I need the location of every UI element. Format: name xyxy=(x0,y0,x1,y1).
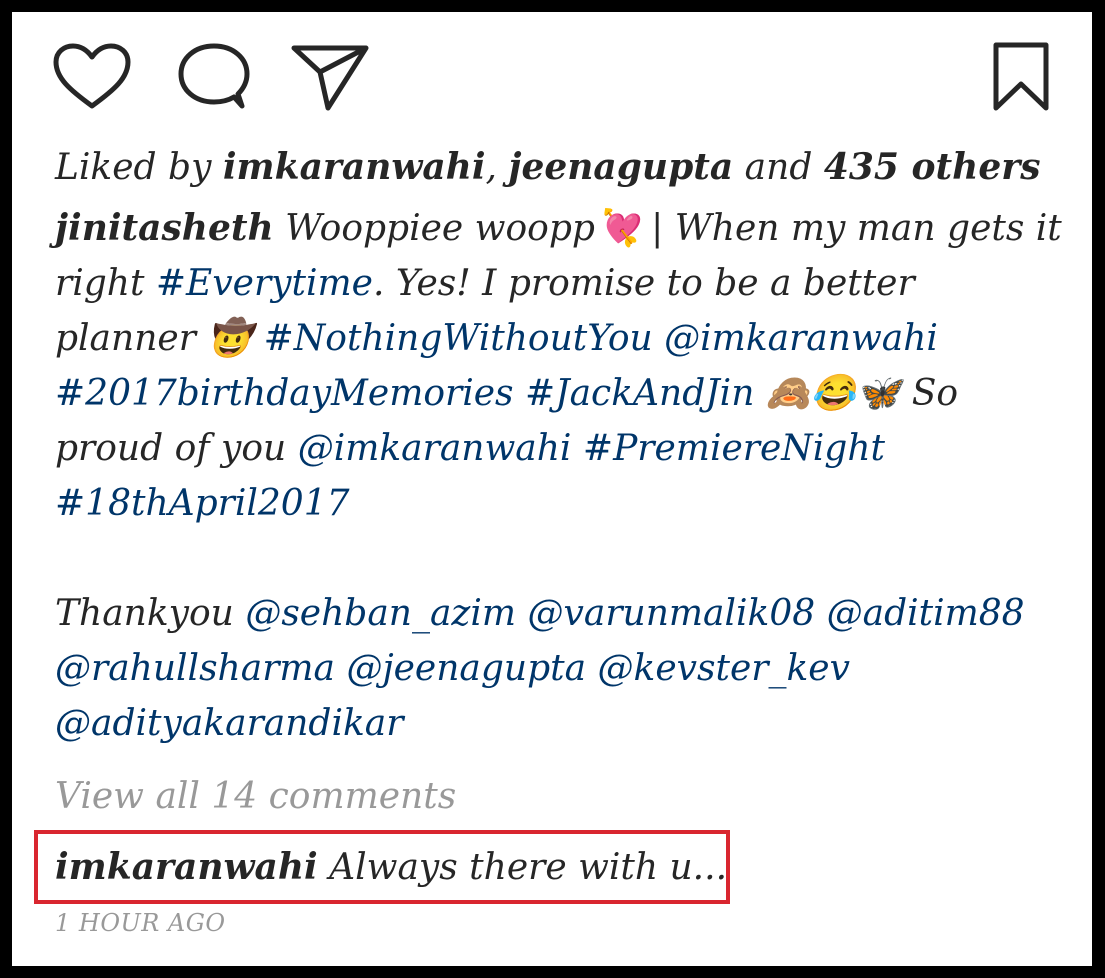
comment-username[interactable]: imkaranwahi xyxy=(55,846,318,888)
mention[interactable]: @aditim88 xyxy=(827,593,1025,634)
likes-prefix: Liked by xyxy=(55,147,223,188)
caption-username[interactable]: jinitasheth xyxy=(55,207,274,249)
hashtag[interactable]: #PremiereNight xyxy=(583,428,885,469)
mention[interactable]: @imkaranwahi xyxy=(664,318,938,359)
comment-text: Always there with u... xyxy=(317,847,728,888)
comment-bubble-icon[interactable] xyxy=(172,42,252,112)
mention[interactable]: @kevster_kev xyxy=(598,648,850,689)
mention[interactable]: @jeenagupta xyxy=(346,648,586,689)
hashtag[interactable]: #JackAndJin xyxy=(525,373,754,414)
hashtag[interactable]: #Everytime xyxy=(156,263,373,304)
caption-text: Thankyou xyxy=(55,593,246,634)
mention[interactable]: @varunmalik08 xyxy=(528,593,816,634)
post-timestamp: 1 HOUR AGO xyxy=(55,909,226,937)
post-footer: Liked by imkaranwahi, jeenagupta and 435… xyxy=(12,12,1092,966)
liker-username[interactable]: imkaranwahi xyxy=(223,146,486,188)
post-caption: jinitasheth Wooppiee woopp💘 | When my ma… xyxy=(55,201,1065,751)
mention[interactable]: @rahullsharma xyxy=(55,648,335,689)
hashtag[interactable]: #18thApril2017 xyxy=(55,483,350,524)
view-all-comments-link[interactable]: View all 14 comments xyxy=(55,772,456,822)
liker-username[interactable]: jeenagupta xyxy=(508,146,733,188)
comment: imkaranwahi Always there with u... xyxy=(55,840,727,895)
hashtag[interactable]: #NothingWithoutYou xyxy=(264,318,653,359)
likes-separator: , xyxy=(485,147,509,188)
likes-summary: Liked by imkaranwahi, jeenagupta and 435… xyxy=(55,140,1040,195)
action-bar xyxy=(52,42,1056,112)
likes-count[interactable]: 435 others xyxy=(824,146,1041,188)
mention[interactable]: @imkaranwahi xyxy=(298,428,572,469)
likes-and: and xyxy=(733,147,824,188)
mention[interactable]: @adityakarandikar xyxy=(55,703,403,744)
heart-icon[interactable] xyxy=(52,42,132,112)
hashtag[interactable]: #2017birthdayMemories xyxy=(55,373,514,414)
mention[interactable]: @sehban_azim xyxy=(245,593,516,634)
bookmark-icon[interactable] xyxy=(986,42,1056,112)
paper-plane-icon[interactable] xyxy=(290,42,370,112)
